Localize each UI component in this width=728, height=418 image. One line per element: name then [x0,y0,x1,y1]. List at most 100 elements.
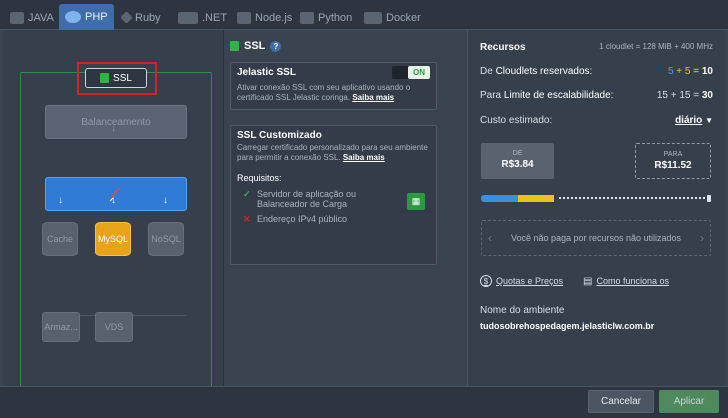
ruby-icon [120,11,133,24]
php-icon [65,11,81,23]
toggle-on-label: ON [408,66,430,79]
scaling-value: 15 + 15 = 30 [657,90,713,101]
tab-nodejs[interactable]: Node.js [231,5,298,30]
price-from-label: DE [512,150,523,157]
price-from: DE R$3.84 [481,143,554,179]
tab-php[interactable]: PHP [59,4,114,30]
python-icon [300,11,314,24]
java-icon [10,11,24,24]
custom-ssl-card: SSL Customizado Carregar certificado per… [230,125,437,265]
reserved-row: De Cloudlets reservados: 5 + 5 = 10 [480,66,713,77]
help-icon[interactable]: ? [270,40,282,52]
scaling-label: Para Limite de escalabilidade: [480,90,613,101]
chevron-right-icon[interactable]: › [700,231,704,245]
reserved-prefix: De [480,66,493,77]
requirement-text: Endereço IPv4 público [257,214,348,224]
scaling-bar-end [707,195,711,202]
arrow-down-icon: ↓ [163,195,168,206]
nosql-node[interactable]: NoSQL [148,222,184,256]
reserved-eq: = [693,66,700,77]
cost-period: diário [675,115,703,126]
certificate-upload-button[interactable]: ▦ [407,193,425,210]
price-to-value: R$11.52 [654,160,692,171]
nosql-label: NoSQL [151,234,181,244]
tab-label: Python [318,11,353,24]
reserved-label: De Cloudlets reservados: [480,66,592,77]
apply-button[interactable]: Aplicar [659,390,719,413]
dollar-icon: $ [480,275,492,287]
topology-panel: SSL Balanceamento ↓ ↓ ↓ ↓ Cache MySQL No… [3,30,224,401]
price-to: PARA R$11.52 [635,143,711,179]
env-name-value[interactable]: tudosobrehospedagem.jelasticlw.com.br [480,321,654,331]
dialog-footer: Cancelar Aplicar [0,386,728,418]
tab-ruby[interactable]: Ruby [116,5,167,30]
ssl-panel: SSL ? Jelastic SSL ON Ativar conexão SSL… [224,30,466,386]
tab-label: JAVA [28,11,54,24]
arrow-down-icon: ↓ [111,195,116,206]
custom-ssl-title: SSL Customizado [237,130,322,141]
reserved-bar-segment-2 [518,195,554,202]
env-name-label: Nome do ambiente [480,305,565,316]
how-it-works-link[interactable]: ▤ Como funciona os [583,275,669,287]
check-icon: ✓ [243,189,251,199]
unused-resources-text: Você não paga por recursos não utilizado… [510,233,682,243]
storage-label: Armaz... [44,322,78,332]
quotas-link[interactable]: $ Quotas e Preços [480,275,563,287]
tab-label: .NET [202,11,228,24]
ssl-button[interactable]: SSL [85,68,147,88]
balancer-label: Balanceamento [81,116,151,128]
storage-node[interactable]: Armaz... [42,312,80,342]
jelastic-ssl-description: Ativar conexão SSL com seu aplicativo us… [237,83,433,103]
jelastic-ssl-toggle[interactable]: ON [392,66,430,79]
vds-node[interactable]: VDS [95,312,133,342]
balancer-button[interactable]: Balanceamento [45,105,187,139]
tab-label: PHP [85,11,108,23]
dotnet-icon [178,11,198,24]
cache-label: Cache [46,234,73,244]
tab-python[interactable]: Python [294,5,358,30]
requirements-title: Requisitos: [237,173,282,183]
resources-panel: Recursos 1 cloudlet = 128 MiB + 400 MHz … [467,30,725,386]
custom-ssl-description: Carregar certificado personalizado para … [237,143,433,163]
requirement-text: Servidor de aplicação ou Balanceador de … [257,189,357,209]
cache-node[interactable]: Cache [42,222,78,256]
scaling-prefix: Para [480,90,502,101]
tab-dotnet[interactable]: .NET [172,5,233,30]
resource-links: $ Quotas e Preços ▤ Como funciona os [480,275,669,287]
cost-row: Custo estimado: diário ▼ [480,115,713,126]
vds-label: VDS [104,322,124,332]
tab-label: Docker [386,11,421,24]
ssl-button-label: SSL [113,72,132,84]
arrow-down-icon: ↓ [58,195,63,206]
scaling-bar-dots [559,197,705,200]
scaling-value-text: 15 + 15 = [656,90,700,101]
price-to-label: PARA [663,151,683,158]
quotas-link-label: Quotas e Preços [496,276,564,286]
cloudlet-info: 1 cloudlet = 128 MiB + 400 MHz [599,42,713,51]
reserved-a: 5 [667,66,674,77]
chevron-left-icon[interactable]: ‹ [488,231,492,245]
tab-java[interactable]: JAVA [4,5,60,30]
feather-icon [109,187,122,202]
cancel-button[interactable]: Cancelar [588,390,654,413]
custom-ssl-more-link[interactable]: Saiba mais [343,153,385,162]
ssl-heading: SSL ? [230,40,282,52]
price-from-value: R$3.84 [501,159,534,170]
docker-icon [364,11,382,24]
reserved-bar-segment [481,195,518,202]
unused-resources-carousel: ‹ Você não paga por recursos não utiliza… [481,220,711,256]
tab-docker[interactable]: Docker [358,5,427,30]
resources-title: Recursos [480,42,526,53]
reserved-total: 10 [701,66,713,77]
certificate-icon: ▦ [411,196,421,206]
cost-label: Custo estimado: [480,115,553,126]
chevron-down-icon: ▼ [705,116,713,125]
requirement-app-server: ✓ Servidor de aplicação ou Balanceador d… [243,189,377,209]
jelastic-ssl-more-link[interactable]: Saiba mais [352,93,394,102]
mysql-node[interactable]: MySQL [95,222,131,256]
cost-period-dropdown[interactable]: diário ▼ [675,115,713,126]
lock-icon [230,41,239,51]
scaling-label-text: Limite de escalabilidade: [503,90,614,101]
scaling-total: 30 [701,90,713,101]
reserved-plus: + [676,66,683,77]
